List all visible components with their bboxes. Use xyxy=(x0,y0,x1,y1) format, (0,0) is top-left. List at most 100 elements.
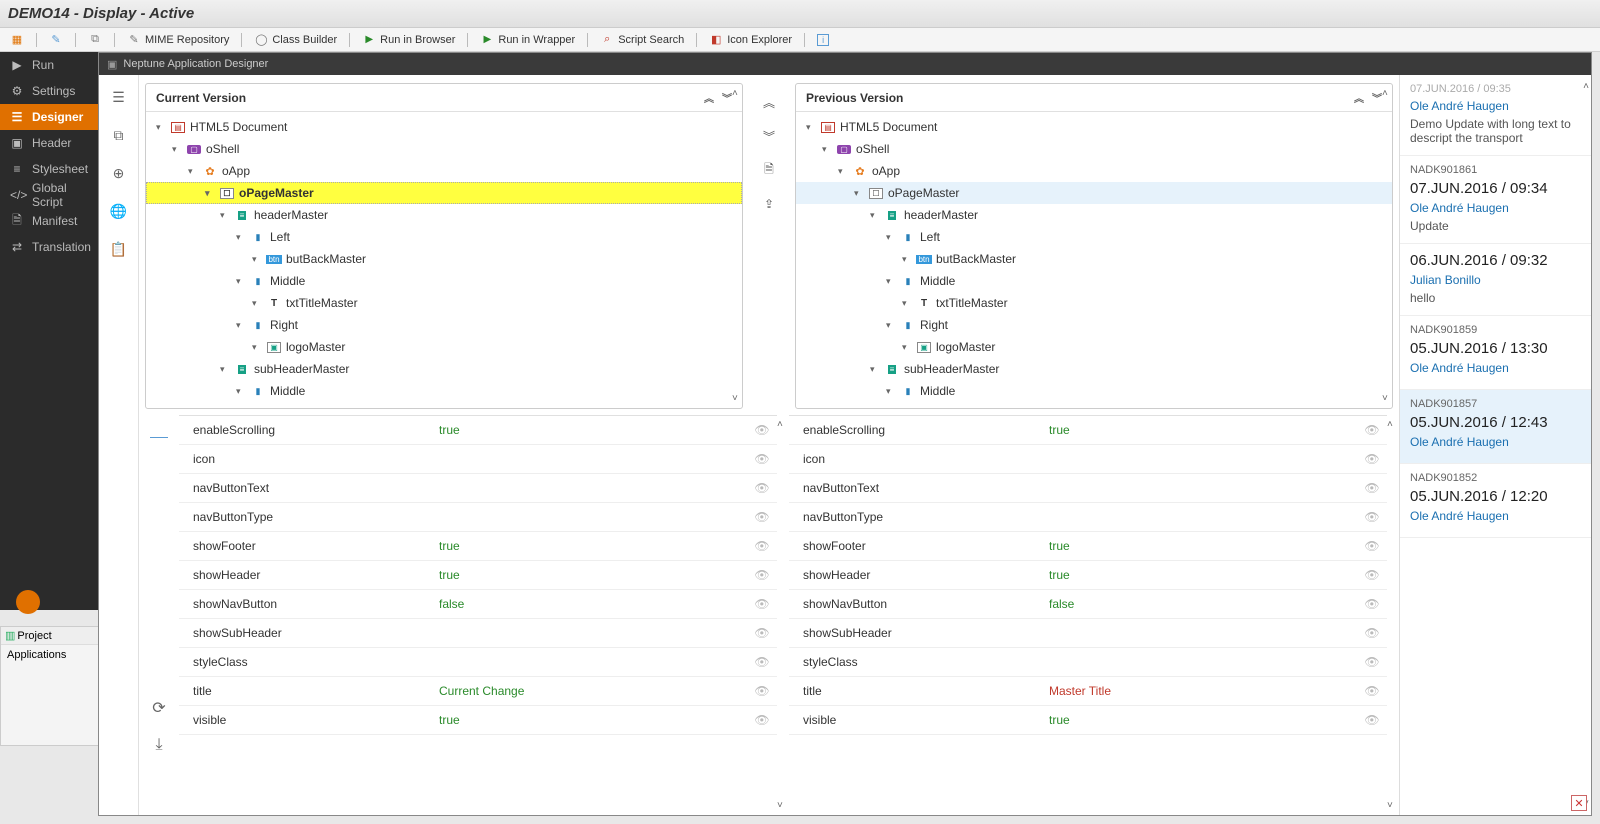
tool-clipboard-icon[interactable]: 📋 xyxy=(109,239,129,259)
tree-node[interactable]: ▾btnbutBackMaster xyxy=(796,248,1392,270)
property-row[interactable]: navButtonText👁 xyxy=(789,474,1387,503)
close-modal-button[interactable]: ✕ xyxy=(1571,795,1587,811)
property-row[interactable]: icon👁 xyxy=(789,445,1387,474)
history-item[interactable]: 07.JUN.2016 / 09:35Ole André HaugenDemo … xyxy=(1400,75,1591,156)
expand-all-icon[interactable]: ︾ xyxy=(722,90,732,105)
property-row[interactable]: titleMaster Title👁 xyxy=(789,677,1387,706)
icon-explorer-button[interactable]: ◧Icon Explorer xyxy=(705,33,796,47)
property-action-icon[interactable]: 👁 xyxy=(747,713,777,727)
tree-node[interactable]: ▾▣logoMaster xyxy=(796,336,1392,358)
property-row[interactable]: showFootertrue👁 xyxy=(179,532,777,561)
scroll-up-icon[interactable]: ˄ xyxy=(732,88,738,99)
scroll-down-icon[interactable]: ˅ xyxy=(777,800,783,811)
property-row[interactable]: styleClass👁 xyxy=(179,648,777,677)
property-action-icon[interactable]: 👁 xyxy=(1357,626,1387,640)
property-action-icon[interactable]: 👁 xyxy=(747,423,777,437)
property-action-icon[interactable]: 👁 xyxy=(1357,713,1387,727)
property-action-icon[interactable]: 👁 xyxy=(1357,568,1387,582)
property-action-icon[interactable]: 👁 xyxy=(747,539,777,553)
property-row[interactable]: navButtonText👁 xyxy=(179,474,777,503)
nav-translation[interactable]: ⇄Translation xyxy=(0,234,98,260)
history-item[interactable]: NADK90186107.JUN.2016 / 09:34Ole André H… xyxy=(1400,156,1591,244)
export-icon[interactable]: ⇪ xyxy=(756,193,782,215)
nav-settings[interactable]: ⚙Settings xyxy=(0,78,98,104)
tool-copy-icon[interactable]: ⧉ xyxy=(109,125,129,145)
history-item[interactable]: NADK90185705.JUN.2016 / 12:43Ole André H… xyxy=(1400,390,1591,464)
history-item[interactable]: NADK90185205.JUN.2016 / 12:20Ole André H… xyxy=(1400,464,1591,538)
property-row[interactable]: showHeadertrue👁 xyxy=(179,561,777,590)
property-action-icon[interactable]: 👁 xyxy=(747,684,777,698)
property-action-icon[interactable]: 👁 xyxy=(1357,539,1387,553)
tree-node[interactable]: ▾☐oPageMaster xyxy=(796,182,1392,204)
tree-node[interactable]: ▾✿oApp xyxy=(146,160,742,182)
tree-node[interactable]: ▾≡headerMaster xyxy=(796,204,1392,226)
tree-node[interactable]: ▾▮Middle xyxy=(796,380,1392,402)
tool-globe2-icon[interactable]: 🌐 xyxy=(109,201,129,221)
tree-node[interactable]: ▾≡headerMaster xyxy=(146,204,742,226)
tree-node[interactable]: ▾btnbutBackMaster xyxy=(146,248,742,270)
script-search-button[interactable]: ⌕Script Search xyxy=(596,33,688,47)
info-button[interactable]: i xyxy=(813,34,833,46)
tree-node[interactable]: ▾▮Right xyxy=(146,314,742,336)
toolbar-icon-1[interactable]: ▦ xyxy=(6,33,28,47)
tree-node[interactable]: ▾TtxtTitleMaster xyxy=(796,292,1392,314)
property-action-icon[interactable]: 👁 xyxy=(1357,452,1387,466)
tree-node[interactable]: ▾▮Left xyxy=(146,226,742,248)
document-icon[interactable]: 🗎 xyxy=(756,159,782,181)
tree-node[interactable]: ▾TtxtTitleMaster xyxy=(146,292,742,314)
property-row[interactable]: visibletrue👁 xyxy=(789,706,1387,735)
tree-node[interactable]: ▾▤HTML5 Document xyxy=(146,116,742,138)
scroll-up-icon[interactable]: ˄ xyxy=(1382,88,1388,99)
property-action-icon[interactable]: 👁 xyxy=(747,452,777,466)
expand-all-icon[interactable]: ︾ xyxy=(1372,90,1382,105)
tree-node[interactable]: ▾▣logoMaster xyxy=(146,336,742,358)
scroll-up-icon[interactable]: ˄ xyxy=(777,419,783,430)
property-row[interactable]: enableScrollingtrue👁 xyxy=(789,416,1387,445)
property-action-icon[interactable]: 👁 xyxy=(747,510,777,524)
property-action-icon[interactable]: 👁 xyxy=(1357,481,1387,495)
collapse-all-icon[interactable]: ︽ xyxy=(1354,90,1364,105)
property-action-icon[interactable]: 👁 xyxy=(1357,684,1387,698)
property-action-icon[interactable]: 👁 xyxy=(747,597,777,611)
tree-node[interactable]: ▾▢oShell xyxy=(796,138,1392,160)
property-row[interactable]: showFootertrue👁 xyxy=(789,532,1387,561)
property-row[interactable]: showNavButtonfalse👁 xyxy=(789,590,1387,619)
property-action-icon[interactable]: 👁 xyxy=(1357,597,1387,611)
scroll-up-icon[interactable]: ˄ xyxy=(1583,81,1589,92)
property-action-icon[interactable]: 👁 xyxy=(747,568,777,582)
tree-node[interactable]: ▾▮Middle xyxy=(146,380,742,402)
collapse-icon[interactable]: ︽ xyxy=(756,91,782,113)
property-row[interactable]: styleClass👁 xyxy=(789,648,1387,677)
tree-node[interactable]: ▾▮Left xyxy=(796,226,1392,248)
property-row[interactable]: navButtonType👁 xyxy=(789,503,1387,532)
property-action-icon[interactable]: 👁 xyxy=(1357,655,1387,669)
class-builder-button[interactable]: ◯Class Builder xyxy=(250,33,341,47)
history-item[interactable]: 06.JUN.2016 / 09:32Julian Bonillohello xyxy=(1400,244,1591,316)
tree-node[interactable]: ▾✿oApp xyxy=(796,160,1392,182)
tree-node[interactable]: ▾☐oPageMaster xyxy=(146,182,742,204)
tree-node[interactable]: ▾▮Right xyxy=(796,314,1392,336)
nav-designer[interactable]: ☰Designer xyxy=(0,104,98,130)
property-action-icon[interactable]: 👁 xyxy=(747,655,777,669)
scroll-down-icon[interactable]: ˅ xyxy=(1387,800,1393,811)
tree-node[interactable]: ▾≡subHeaderMaster xyxy=(796,358,1392,380)
property-action-icon[interactable]: 👁 xyxy=(747,626,777,640)
property-row[interactable]: titleCurrent Change👁 xyxy=(179,677,777,706)
run-in-wrapper-button[interactable]: ▶Run in Wrapper xyxy=(476,33,579,47)
toolbar-icon-wand[interactable]: ✎ xyxy=(45,33,67,47)
tree-node[interactable]: ▾▢oShell xyxy=(146,138,742,160)
property-row[interactable]: showSubHeader👁 xyxy=(789,619,1387,648)
nav-stylesheet[interactable]: ≡Stylesheet xyxy=(0,156,98,182)
nav-manifest[interactable]: 🗎Manifest xyxy=(0,208,98,234)
download-icon[interactable]: ⤓ xyxy=(155,736,162,754)
property-row[interactable]: icon👁 xyxy=(179,445,777,474)
history-item[interactable]: NADK90185905.JUN.2016 / 13:30Ole André H… xyxy=(1400,316,1591,390)
property-row[interactable]: enableScrollingtrue👁 xyxy=(179,416,777,445)
property-row[interactable]: showHeadertrue👁 xyxy=(789,561,1387,590)
property-row[interactable]: showNavButtonfalse👁 xyxy=(179,590,777,619)
tool-globe-icon[interactable]: ⊕ xyxy=(109,163,129,183)
tool-list-icon[interactable]: ☰ xyxy=(109,87,129,107)
tree-node[interactable]: ▾▮Middle xyxy=(146,270,742,292)
nav-run[interactable]: ▶Run xyxy=(0,52,98,78)
property-row[interactable]: navButtonType👁 xyxy=(179,503,777,532)
